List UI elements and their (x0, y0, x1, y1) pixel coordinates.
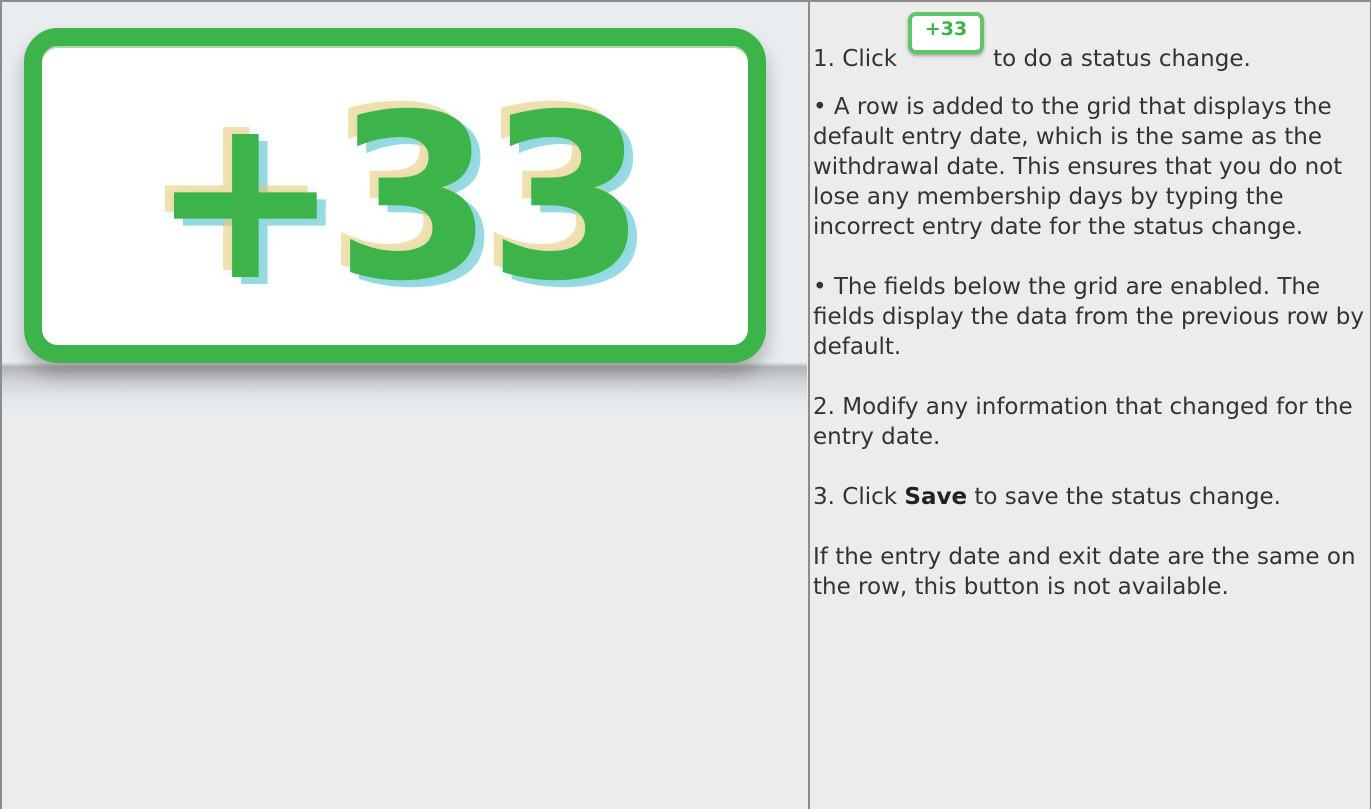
step-3-text-after: to save the status change. (974, 484, 1281, 510)
step-2: 2. Modify any information that changed f… (813, 394, 1353, 450)
step-1-text-before: 1. Click (813, 46, 898, 72)
zoomed-button-image: +33 (2, 2, 807, 414)
instructions: 1. Click +33 to do a status change. • A … (810, 2, 1370, 602)
bullet-fields-enabled: • The fields below the grid are enabled.… (813, 274, 1364, 360)
instruction-table: +33 1. Click +33 to do a status change. … (0, 0, 1371, 809)
step-3-text-before: 3. Click (813, 484, 898, 510)
availability-note: If the entry date and exit date are the … (813, 544, 1356, 600)
bullet-row-added: • A row is added to the grid that displa… (813, 94, 1343, 240)
step-1: 1. Click +33 to do a status change. (813, 12, 1364, 74)
button-label-enlarged: +33 (149, 65, 646, 331)
add-status-change-button-enlarged: +33 (24, 28, 766, 363)
step-3: 3. Click Save to save the status change. (813, 482, 1364, 512)
step-1-text-after: to do a status change. (993, 46, 1251, 72)
add-status-change-button[interactable]: +33 (908, 12, 985, 54)
save-label: Save (904, 484, 968, 510)
image-cell: +33 (0, 0, 810, 809)
table-row: +33 1. Click +33 to do a status change. … (0, 0, 1371, 809)
text-cell: 1. Click +33 to do a status change. • A … (808, 0, 1371, 809)
